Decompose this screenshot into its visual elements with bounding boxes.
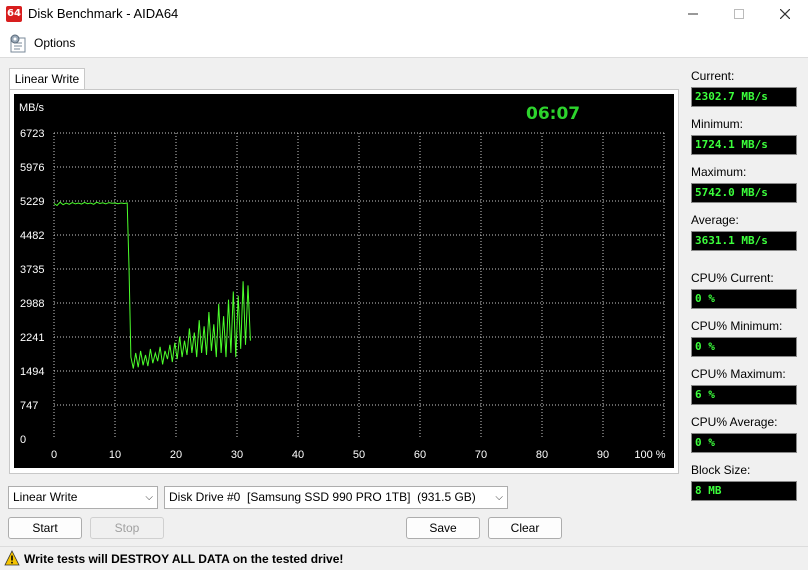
y-tick-label: 6723 [20,128,44,140]
chart-background [14,94,674,468]
stat-label: CPU% Average: [691,415,778,429]
stat-value: 0 % [691,433,797,453]
chevron-down-icon: ⌵ [145,492,153,503]
benchmark-chart: 6723 5976 5229 4482 3735 2988 2241 1494 747 0 0 10… [14,94,674,468]
stat-value: 2302.7 MB/s [691,87,797,107]
x-tick-label: 60 [414,449,426,461]
minimize-button[interactable] [670,0,716,28]
options-icon[interactable] [8,34,30,54]
y-tick-label: 0 [20,434,26,446]
status-bar: Write tests will DESTROY ALL DATA on the… [0,546,808,570]
x-tick-label: 0 [51,449,57,461]
stat-value: 5742.0 MB/s [691,183,797,203]
x-tick-label: 40 [292,449,304,461]
x-tick-label: 20 [170,449,182,461]
x-tick-label: 30 [231,449,243,461]
tab-linear-write[interactable]: Linear Write [9,68,85,90]
y-tick-label: 3735 [20,264,44,276]
stat-value: 3631.1 MB/s [691,231,797,251]
test-type-select[interactable]: Linear Write ⌵ [8,486,158,509]
warning-message: Write tests will DESTROY ALL DATA on the… [24,552,344,566]
close-button[interactable] [762,0,808,28]
drive-value: Disk Drive #0 [Samsung SSD 990 PRO 1TB] … [169,490,476,504]
minimize-icon [688,13,698,15]
maximize-icon [734,9,744,19]
window-title: Disk Benchmark - AIDA64 [28,6,179,21]
y-tick-label: 5976 [20,162,44,174]
y-axis-unit-label: MB/s [19,102,45,114]
x-tick-label: 70 [475,449,487,461]
maximize-button[interactable] [716,0,762,28]
clear-button[interactable]: Clear [488,517,562,539]
title-bar: 64 Disk Benchmark - AIDA64 [0,0,808,28]
x-tick-label: 100 % [634,449,665,461]
stat-label: Minimum: [691,117,744,131]
stat-label: CPU% Current: [691,271,774,285]
stat-value: 8 MB [691,481,797,501]
options-menu[interactable]: Options [34,36,75,50]
y-tick-label: 4482 [20,230,44,242]
save-button[interactable]: Save [406,517,480,539]
stat-value: 0 % [691,289,797,309]
x-tick-label: 90 [597,449,609,461]
stat-label: Current: [691,69,735,83]
stat-label: CPU% Maximum: [691,367,786,381]
drive-select[interactable]: Disk Drive #0 [Samsung SSD 990 PRO 1TB] … [164,486,508,509]
y-tick-label: 1494 [20,366,44,378]
stat-label: Block Size: [691,463,751,477]
y-tick-label: 747 [20,400,38,412]
stop-button[interactable]: Stop [90,517,164,539]
menu-bar: Options [0,28,808,58]
x-tick-label: 10 [109,449,121,461]
test-type-value: Linear Write [13,490,78,504]
y-tick-label: 2988 [20,298,44,310]
stat-label: Maximum: [691,165,747,179]
warning-icon [4,550,20,566]
y-tick-label: 5229 [20,196,44,208]
stat-label: CPU% Minimum: [691,319,783,333]
chevron-down-icon: ⌵ [495,492,503,503]
stat-value: 1724.1 MB/s [691,135,797,155]
close-icon [780,9,790,19]
stat-value: 6 % [691,385,797,405]
start-button[interactable]: Start [8,517,82,539]
stat-label: Average: [691,213,739,227]
stat-value: 0 % [691,337,797,357]
x-tick-label: 50 [353,449,365,461]
elapsed-timer: 06:07 [526,104,580,124]
aida64-logo-icon: 64 [6,6,22,22]
x-tick-label: 80 [536,449,548,461]
y-tick-label: 2241 [20,332,44,344]
